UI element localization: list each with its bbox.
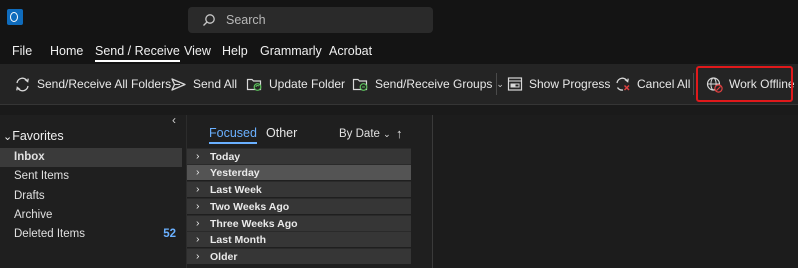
chevron-right-icon: › [196,250,200,262]
progress-window-icon [507,77,523,91]
search-icon [203,14,215,26]
list-scrollbar-track[interactable] [412,115,432,268]
send-receive-all-folders-button[interactable]: Send/Receive All Folders [14,72,171,96]
group-label: Three Weeks Ago [210,218,298,230]
chevron-right-icon: › [196,233,200,245]
ribbon-separator [693,73,694,95]
menu-file[interactable]: File [12,44,32,58]
send-all-label: Send All [193,77,238,91]
menu-bar: File Home Send / Receive View Help Gramm… [0,38,798,64]
folder-archive[interactable]: Archive [0,206,182,225]
group-label: Older [210,251,238,263]
list-group-header[interactable]: › Today [187,148,411,164]
menu-help[interactable]: Help [222,44,248,58]
folder-label: Deleted Items [14,228,85,240]
list-group-header[interactable]: › Last Week [187,181,411,197]
chevron-right-icon: › [196,166,200,178]
update-folder-label: Update Folder [269,77,346,91]
show-progress-button[interactable]: Show Progress [507,72,610,96]
chevron-right-icon: › [196,217,200,229]
folder-deleted-items[interactable]: Deleted Items 52 [0,225,182,244]
list-group-header[interactable]: › Older [187,248,411,264]
ribbon-separator [496,73,497,95]
chevron-down-icon: ⌄ [496,78,504,89]
update-folder-button[interactable]: Update Folder [246,72,345,96]
folder-drafts[interactable]: Drafts [0,187,182,206]
tab-focused[interactable]: Focused [209,126,257,144]
folder-label: Drafts [14,190,45,202]
outlook-logo-icon[interactable] [7,9,23,25]
cancel-sync-icon [616,77,630,91]
group-label: Yesterday [210,167,260,179]
chevron-right-icon: › [196,183,200,195]
list-group-header[interactable]: › Three Weeks Ago [187,215,411,231]
collapse-pane-icon[interactable]: ‹ [172,113,176,127]
folder-label: Sent Items [14,170,69,182]
menu-acrobat[interactable]: Acrobat [329,44,372,58]
group-label: Today [210,151,241,163]
sync-icon [16,77,29,91]
group-label: Last Month [210,234,266,246]
sort-by-date-dropdown[interactable]: By Date ⌄ [339,128,391,140]
group-label: Last Week [210,184,262,196]
folder-groups-icon [352,78,368,91]
cancel-all-label: Cancel All [637,77,691,91]
sort-direction-icon[interactable]: ↑ [396,126,403,141]
menu-home[interactable]: Home [50,44,83,58]
send-all-button[interactable]: Send All [170,72,237,96]
folder-pane: ‹ ⌄Favorites Inbox Sent Items Drafts Arc… [0,113,186,268]
show-progress-label: Show Progress [529,77,611,91]
search-box[interactable]: Search [188,7,433,33]
cancel-all-button[interactable]: Cancel All [614,72,690,96]
folder-inbox[interactable]: Inbox [0,148,182,167]
chevron-right-icon: › [196,150,200,162]
menu-send-receive[interactable]: Send / Receive [95,44,180,62]
group-label: Two Weeks Ago [210,201,290,213]
send-receive-all-folders-label: Send/Receive All Folders [37,77,172,91]
sort-label: By Date [339,128,380,140]
ribbon-gap [0,105,798,115]
menu-grammarly[interactable]: Grammarly [260,44,322,58]
chevron-down-icon: ⌄ [383,129,391,139]
list-group-header[interactable]: › Last Month [187,231,411,247]
list-group-header[interactable]: › Yesterday [187,164,411,180]
favorites-header[interactable]: ⌄Favorites [3,129,64,143]
ribbon-toolbar: Send/Receive All Folders Send All Update… [0,64,798,105]
folder-sent-items[interactable]: Sent Items [0,167,182,186]
folder-label: Archive [14,209,53,221]
annotation-highlight-box [696,66,793,102]
favorites-title: Favorites [12,129,64,143]
list-group-header[interactable]: › Two Weeks Ago [187,198,411,214]
reading-pane [433,115,798,268]
title-bar: Search [0,0,798,38]
menu-view[interactable]: View [184,44,211,58]
send-receive-groups-label: Send/Receive Groups [375,77,493,91]
send-icon [171,77,186,91]
unread-count-badge: 52 [163,228,176,240]
message-list: Focused Other By Date ⌄ ↑ › Today › Yest… [187,115,432,268]
chevron-down-icon: ⌄ [3,131,13,143]
search-input[interactable]: Search [226,13,266,27]
send-receive-groups-button[interactable]: Send/Receive Groups ⌄ [352,72,504,96]
chevron-right-icon: › [196,200,200,212]
folder-sync-icon [246,78,262,91]
tab-other[interactable]: Other [266,126,297,140]
folder-label: Inbox [14,151,45,163]
